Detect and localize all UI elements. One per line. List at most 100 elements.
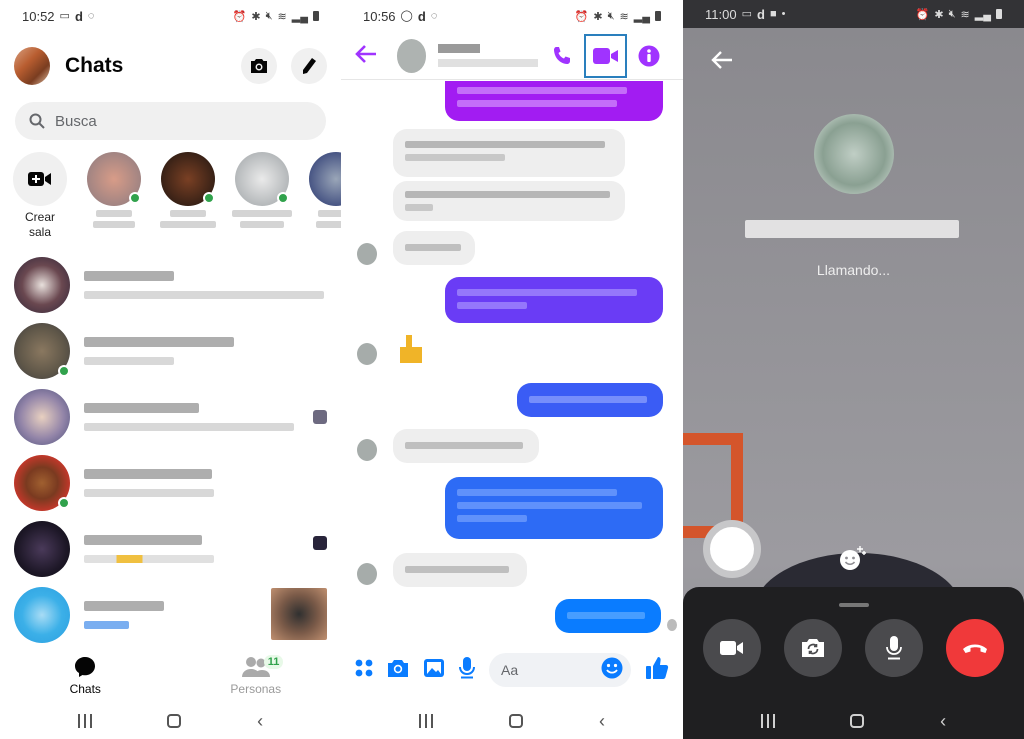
video-notification-icon: ■ <box>769 7 777 20</box>
seen-avatar <box>667 619 677 631</box>
signal-icon: ▂▄ <box>974 8 991 21</box>
camera-button[interactable] <box>241 48 277 84</box>
message-thread <box>341 81 683 641</box>
online-indicator <box>203 192 215 204</box>
received-message[interactable] <box>393 429 539 463</box>
status-bar: 11:00 ▭ d ■ • ⏰ ✱ 🔇︎ ≋ ▂▄ <box>683 0 1024 28</box>
blurred-chat-name <box>84 601 164 611</box>
emoji-button[interactable] <box>601 657 623 684</box>
battery-icon <box>655 11 661 21</box>
recent-apps-button[interactable] <box>760 714 775 728</box>
tab-people[interactable]: 11 Personas <box>171 650 342 702</box>
camera-button[interactable] <box>387 658 409 683</box>
story-contact[interactable] <box>86 152 142 242</box>
chat-list-item[interactable] <box>0 582 341 648</box>
story-contact[interactable] <box>308 152 341 242</box>
sender-avatar <box>357 563 377 585</box>
received-message[interactable] <box>393 231 475 265</box>
blurred-chat-preview <box>84 621 129 629</box>
back-button[interactable] <box>711 48 733 76</box>
chat-list-item[interactable] <box>0 516 341 582</box>
camera-icon <box>388 659 408 677</box>
message-field[interactable] <box>489 653 631 687</box>
sent-message[interactable] <box>555 599 661 633</box>
voice-clip-button[interactable] <box>459 656 475 684</box>
info-button[interactable] <box>629 36 669 76</box>
call-status: Llamando... <box>816 262 891 278</box>
contact-avatar[interactable] <box>396 38 427 73</box>
search-icon <box>29 113 45 129</box>
voice-call-button[interactable] <box>542 36 582 76</box>
home-button[interactable] <box>850 714 865 728</box>
search-bar[interactable] <box>15 102 326 140</box>
sent-message[interactable] <box>445 81 663 121</box>
back-button[interactable]: ‹ <box>940 712 946 730</box>
apps-button[interactable] <box>355 659 373 682</box>
received-message[interactable] <box>393 181 625 221</box>
create-room-label: Crear sala <box>24 210 55 239</box>
chat-list-item[interactable] <box>0 450 341 516</box>
sent-message[interactable] <box>445 277 663 323</box>
blurred-chat-preview <box>84 489 214 497</box>
online-indicator <box>58 365 70 377</box>
blurred-name <box>318 210 341 217</box>
received-message[interactable] <box>393 553 527 587</box>
toggle-video-button[interactable] <box>703 619 761 677</box>
online-indicator <box>58 497 70 509</box>
status-bar: 10:52 ▭ d ◌ ⏰ ✱ 🔇︎ ≋ ▂▄ <box>0 0 341 32</box>
effects-button[interactable] <box>839 545 867 576</box>
battery-icon <box>996 9 1002 19</box>
alarm-icon: ⏰ <box>915 8 930 21</box>
story-contact[interactable] <box>160 152 216 242</box>
chats-screen: 10:52 ▭ d ◌ ⏰ ✱ 🔇︎ ≋ ▂▄ Chats Busca Crea… <box>0 0 341 739</box>
self-preview-button[interactable] <box>703 520 761 578</box>
sender-avatar <box>357 343 377 365</box>
sent-message[interactable] <box>517 383 663 417</box>
mute-button[interactable] <box>865 619 923 677</box>
message-composer <box>341 650 683 690</box>
video-camera-icon <box>592 47 618 64</box>
video-call-button[interactable] <box>583 33 628 78</box>
create-room-button[interactable]: Crear sala <box>12 152 68 242</box>
d-app-icon: d <box>417 8 426 24</box>
home-button[interactable] <box>509 714 523 728</box>
recent-apps-button[interactable] <box>77 714 92 728</box>
search-input[interactable] <box>55 112 255 130</box>
back-button[interactable] <box>355 42 385 70</box>
mute-icon: 🔇︎ <box>265 9 273 22</box>
blurred-chat-name <box>84 469 212 479</box>
tab-chats[interactable]: Chats <box>0 650 171 702</box>
profile-avatar[interactable] <box>14 47 50 85</box>
chat-list-item[interactable] <box>0 318 341 384</box>
conversation-screen: 10:56 ◯ d ◌ ⏰ ✱ 🔇︎ ≋ ▂▄ Aa ‹ <box>341 0 683 739</box>
media-thumbnail[interactable] <box>271 588 327 640</box>
like-button[interactable] <box>645 656 669 685</box>
received-message[interactable] <box>393 129 625 177</box>
gallery-button[interactable] <box>423 658 445 683</box>
home-button[interactable] <box>167 714 182 728</box>
sent-message[interactable] <box>445 477 663 539</box>
read-receipt-avatar <box>313 536 327 550</box>
flip-camera-button[interactable] <box>784 619 842 677</box>
contact-name[interactable] <box>438 44 539 67</box>
sheet-drag-handle[interactable] <box>838 603 869 607</box>
chat-avatar <box>14 587 70 643</box>
compose-button[interactable] <box>291 48 327 84</box>
blurred-name <box>93 221 135 228</box>
tab-people-label: Personas <box>230 682 282 696</box>
back-button[interactable]: ‹ <box>257 712 263 730</box>
recent-apps-button[interactable] <box>419 714 433 728</box>
end-call-button[interactable] <box>946 619 1004 677</box>
video-plus-icon <box>28 172 51 186</box>
bottom-tabbar: Chats 11 Personas <box>0 650 341 702</box>
blurred-chat-name <box>84 403 199 413</box>
sender-avatar <box>357 439 377 461</box>
chat-list-item[interactable] <box>0 384 341 450</box>
pencil-icon <box>303 58 316 74</box>
story-contact[interactable] <box>232 152 292 242</box>
bluetooth-icon: ✱ <box>251 10 261 23</box>
message-input[interactable] <box>501 662 601 678</box>
back-button[interactable]: ‹ <box>599 712 605 730</box>
chat-list-item[interactable] <box>0 252 341 318</box>
signal-icon: ▂▄ <box>291 10 308 23</box>
